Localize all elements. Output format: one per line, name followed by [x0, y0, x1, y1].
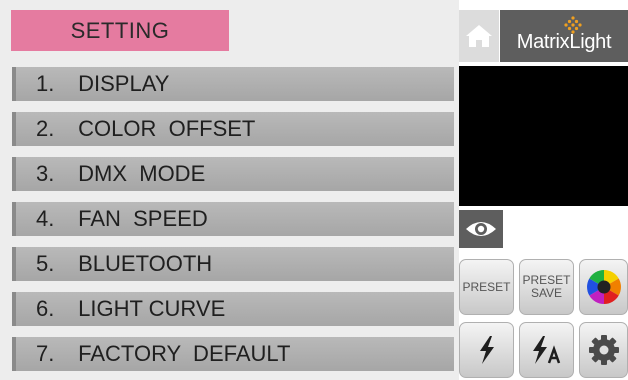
menu-item-light-curve[interactable]: 6. LIGHT CURVE: [12, 292, 454, 326]
menu-item-number: 3.: [36, 161, 55, 186]
menu-item-factory-default[interactable]: 7. FACTORY DEFAULT: [12, 337, 454, 371]
menu-item-number: 6.: [36, 296, 55, 321]
preview-screen: [459, 66, 628, 206]
menu-item-display[interactable]: 1. DISPLAY: [12, 67, 454, 101]
menu-item-label: LIGHT CURVE: [78, 296, 226, 321]
menu-item-number: 4.: [36, 206, 55, 231]
home-button[interactable]: [459, 10, 499, 62]
preset-label: PRESET: [462, 279, 511, 294]
menu-item-number: 5.: [36, 251, 55, 276]
menu-item-dmx-mode[interactable]: 3. DMX MODE: [12, 157, 454, 191]
lightning-auto-button[interactable]: [519, 322, 574, 378]
menu-item-bluetooth[interactable]: 5. BLUETOOTH: [12, 247, 454, 281]
gear-icon: [588, 335, 619, 365]
preset-save-button[interactable]: PRESET SAVE: [519, 259, 574, 315]
menu-item-label: COLOR OFFSET: [78, 116, 256, 141]
menu-item-label: FACTORY DEFAULT: [78, 341, 291, 366]
menu-item-fan-speed[interactable]: 4. FAN SPEED: [12, 202, 454, 236]
menu-item-number: 1.: [36, 71, 55, 96]
menu-item-number: 2.: [36, 116, 55, 141]
preset-save-label-line2: SAVE: [530, 286, 563, 300]
menu-item-label: BLUETOOTH: [78, 251, 213, 276]
settings-button[interactable]: [579, 322, 628, 378]
brand-logo: MatrixLight: [500, 10, 628, 62]
eye-button[interactable]: [459, 210, 503, 248]
lightning-button[interactable]: [459, 322, 514, 378]
menu-item-color-offset[interactable]: 2. COLOR OFFSET: [12, 112, 454, 146]
color-wheel-button[interactable]: [579, 259, 628, 315]
lightning-icon: [479, 336, 494, 364]
page-title: SETTING: [11, 10, 229, 51]
menu-item-label: DISPLAY: [78, 71, 170, 96]
menu-item-label: DMX MODE: [78, 161, 206, 186]
eye-icon: [466, 222, 496, 236]
home-icon: [466, 25, 492, 47]
menu-item-label: FAN SPEED: [78, 206, 208, 231]
lightning-auto-icon: [532, 336, 560, 364]
preset-button[interactable]: PRESET: [459, 259, 514, 315]
color-wheel-icon: [586, 270, 621, 304]
brand-name: MatrixLight: [516, 30, 612, 53]
menu-item-number: 7.: [36, 341, 55, 366]
